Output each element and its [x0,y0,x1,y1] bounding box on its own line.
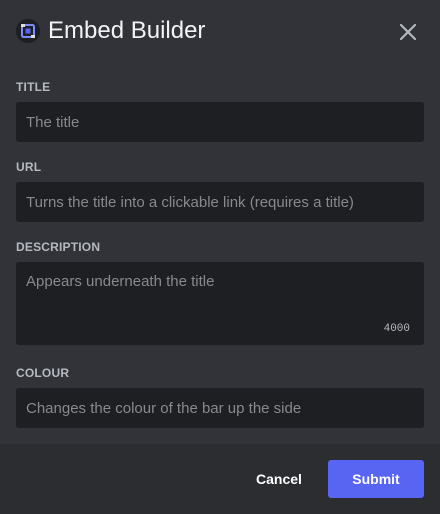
colour-field-label: COLOUR [16,366,70,380]
description-box: 4000 [16,262,424,345]
app-logo-icon [16,19,40,43]
submit-button[interactable]: Submit [328,460,424,498]
url-input[interactable] [16,182,424,222]
modal-title: Embed Builder [48,17,206,44]
url-field-label: URL [16,160,42,174]
title-field-label: TITLE [16,80,51,94]
description-char-counter: 4000 [383,323,410,335]
description-field-label: DESCRIPTION [16,240,101,254]
title-input[interactable] [16,102,424,142]
colour-input[interactable] [16,388,424,428]
description-input[interactable] [16,262,424,345]
cancel-button[interactable]: Cancel [243,460,315,498]
close-icon[interactable] [394,18,422,46]
modal-footer: Cancel Submit [0,444,440,514]
embed-builder-modal: Embed Builder TITLE URL DESCRIPTION 4000… [0,0,440,514]
modal-header: Embed Builder [0,0,440,64]
